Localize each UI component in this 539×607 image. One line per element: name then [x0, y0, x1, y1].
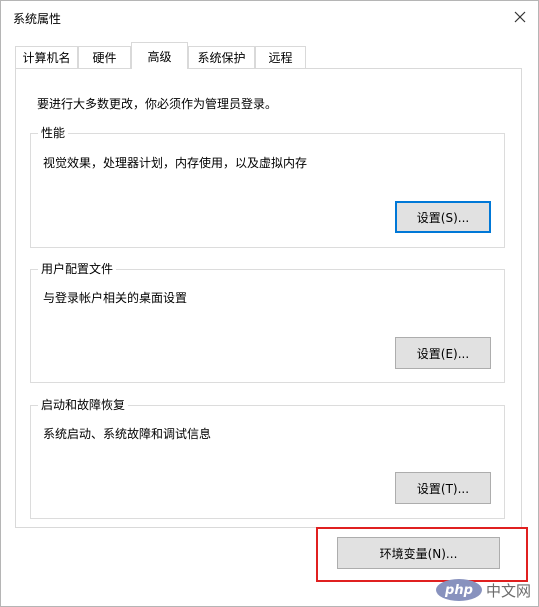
user-profiles-settings-button[interactable]: 设置(E)... — [395, 337, 491, 369]
tab-remote[interactable]: 远程 — [255, 46, 306, 68]
admin-notice: 要进行大多数更改，你必须作为管理员登录。 — [37, 97, 278, 111]
user-profiles-group: 用户配置文件 与登录帐户相关的桌面设置 设置(E)... — [30, 261, 505, 383]
tab-system-protection[interactable]: 系统保护 — [188, 46, 255, 68]
startup-recovery-group-title: 启动和故障恢复 — [38, 397, 129, 413]
close-button[interactable] — [503, 3, 537, 31]
performance-description: 视觉效果，处理器计划，内存使用，以及虚拟内存 — [43, 156, 308, 170]
user-profiles-group-title: 用户配置文件 — [38, 261, 117, 277]
highlight-box — [316, 527, 528, 582]
performance-group: 性能 视觉效果，处理器计划，内存使用，以及虚拟内存 设置(S)... — [30, 125, 505, 248]
performance-group-title: 性能 — [38, 125, 69, 141]
watermark-text: 中文网 — [485, 581, 531, 600]
php-logo: php — [435, 579, 482, 601]
startup-recovery-settings-button[interactable]: 设置(T)... — [395, 472, 491, 504]
close-icon — [514, 11, 526, 23]
tab-advanced[interactable]: 高级 — [131, 42, 188, 69]
tab-computer-name[interactable]: 计算机名 — [15, 46, 78, 68]
window-title: 系统属性 — [13, 12, 62, 26]
tab-hardware[interactable]: 硬件 — [78, 46, 131, 68]
performance-settings-button[interactable]: 设置(S)... — [395, 201, 491, 233]
user-profiles-description: 与登录帐户相关的桌面设置 — [43, 291, 188, 305]
startup-recovery-group: 启动和故障恢复 系统启动、系统故障和调试信息 设置(T)... — [30, 397, 505, 519]
startup-recovery-description: 系统启动、系统故障和调试信息 — [43, 427, 212, 441]
watermark: php 中文网 — [435, 579, 531, 601]
